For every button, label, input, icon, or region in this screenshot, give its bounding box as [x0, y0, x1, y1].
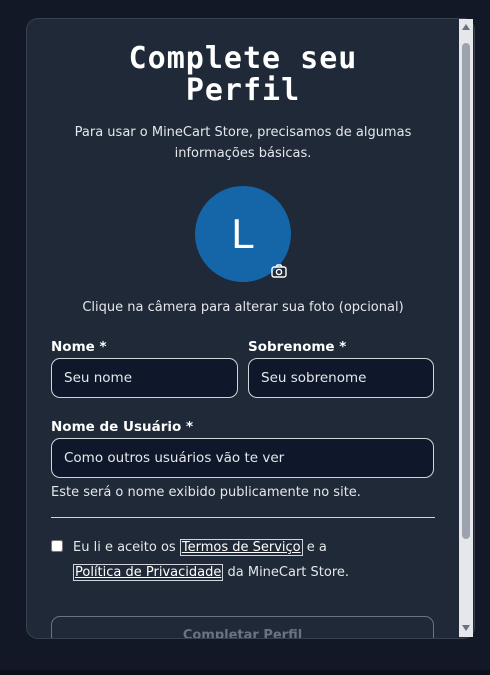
- camera-icon[interactable]: [271, 263, 287, 278]
- username-input[interactable]: [51, 438, 434, 478]
- complete-profile-button[interactable]: Completar Perfil: [51, 616, 434, 638]
- subtitle-line-1: Para usar o MineCart Store, precisamos d…: [74, 125, 412, 140]
- title-line-2: Perfil: [185, 73, 301, 108]
- last-name-label: Sobrenome *: [248, 339, 347, 355]
- last-name-input[interactable]: [248, 358, 434, 398]
- avatar-initial: L: [231, 210, 255, 257]
- page: Complete seu Perfil Para usar o MineCart…: [0, 0, 490, 675]
- scrollbar-thumb[interactable]: [462, 43, 470, 539]
- terms-middle: e a: [306, 540, 327, 555]
- subtitle-line-2: informações básicas.: [174, 146, 312, 161]
- username-help-text: Este será o nome exibido publicamente no…: [51, 485, 361, 500]
- subtitle: Para usar o MineCart Store, precisamos d…: [57, 122, 429, 164]
- vertical-scrollbar[interactable]: [459, 19, 473, 637]
- terms-line-1: Eu li e aceito os Termos de Serviço e a: [73, 535, 327, 561]
- page-title: Complete seu Perfil: [27, 43, 459, 107]
- first-name-input[interactable]: [51, 358, 238, 398]
- scroll-down-arrow-icon[interactable]: [462, 625, 470, 631]
- privacy-policy-link[interactable]: Política de Privacidade: [73, 564, 224, 581]
- terms-suffix: da MineCart Store.: [227, 565, 350, 580]
- username-label: Nome de Usuário *: [51, 419, 194, 435]
- profile-card: Complete seu Perfil Para usar o MineCart…: [26, 18, 475, 639]
- bottom-edge: [0, 670, 490, 675]
- avatar-hint: Clique na câmera para alterar sua foto (…: [82, 300, 404, 315]
- terms-line-2: Política de Privacidade da MineCart Stor…: [73, 560, 349, 586]
- terms-checkbox[interactable]: [51, 540, 63, 552]
- terms-prefix: Eu li e aceito os: [73, 540, 176, 555]
- scroll-up-arrow-icon[interactable]: [462, 24, 470, 30]
- divider: [51, 517, 435, 518]
- first-name-label: Nome *: [51, 339, 107, 355]
- terms-of-service-link[interactable]: Termos de Serviço: [179, 539, 303, 556]
- title-line-1: Complete seu: [128, 41, 358, 76]
